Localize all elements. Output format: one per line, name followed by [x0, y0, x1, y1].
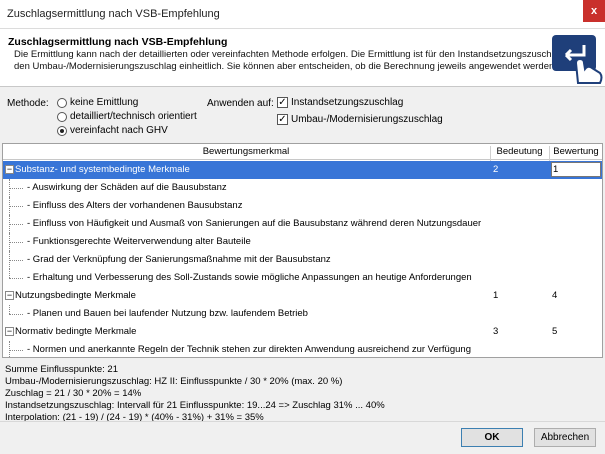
tree-line [9, 188, 23, 189]
summary-line: Umbau-/Modernisierungszuschlag: HZ II: E… [5, 376, 343, 387]
options-panel: Methode: keine Emittlung detailliert/tec… [0, 88, 605, 144]
table-row[interactable]: − Nutzungsbedingte Merkmale 1 4 [3, 287, 602, 305]
checkmark-icon[interactable]: ✓ [277, 114, 288, 125]
header-description: Die Ermittlung kann nach der detailliert… [14, 49, 559, 73]
row-bedeutung[interactable]: 2 [493, 164, 498, 175]
radio-label: keine Emittlung [70, 97, 139, 108]
row-label: - Einfluss des Alters der vorhandenen Ba… [27, 200, 243, 211]
title-bar: Zuschlagsermittlung nach VSB-Empfehlung … [0, 0, 605, 29]
column-header-merkmal[interactable]: Bewertungsmerkmal [3, 146, 489, 157]
grid-header: Bewertungsmerkmal Bedeutung Bewertung [3, 144, 602, 162]
header-description-line-2: den Umbau-/Modernisierungszuschlag einhe… [14, 61, 559, 72]
checkbox-label: Umbau-/Modernisierungszuschlag [291, 114, 443, 125]
row-bewertung[interactable]: 4 [552, 290, 557, 301]
apply-label: Anwenden auf: [207, 98, 274, 109]
table-row[interactable]: - Einfluss von Häufigkeit und Ausmaß von… [3, 215, 602, 233]
row-bedeutung[interactable]: 1 [493, 290, 498, 301]
row-label: - Erhaltung und Verbesserung des Soll-Zu… [27, 272, 472, 283]
tree-line [9, 206, 23, 207]
row-label: Normativ bedingte Merkmale [15, 326, 137, 337]
dialog-footer: OK Abbrechen [0, 421, 605, 454]
collapse-icon[interactable]: − [5, 165, 14, 174]
summary-line: Summe Einflusspunkte: 21 [5, 364, 119, 375]
collapse-icon[interactable]: − [5, 327, 14, 336]
table-row[interactable]: − Normativ bedingte Merkmale 3 5 [3, 323, 602, 341]
table-row[interactable]: - Auswirkung der Schäden auf die Bausubs… [3, 179, 602, 197]
summary-text: Summe Einflusspunkte: 21 Umbau-/Modernis… [5, 364, 385, 424]
tree-line [9, 278, 23, 279]
tree-line [9, 260, 23, 261]
row-label: - Auswirkung der Schäden auf die Bausubs… [27, 182, 227, 193]
radio-vereinfacht[interactable]: vereinfacht nach GHV [57, 125, 168, 136]
tree-line [9, 269, 10, 278]
radio-indicator[interactable] [57, 125, 67, 136]
method-label: Methode: [7, 98, 49, 109]
table-row[interactable]: - Erhaltung und Verbesserung des Soll-Zu… [3, 269, 602, 287]
table-row[interactable]: - Grad der Verknüpfung der Sanierungsmaß… [3, 251, 602, 269]
table-row[interactable]: − Substanz- und systembedingte Merkmale … [3, 161, 602, 179]
header-title: Zuschlagsermittlung nach VSB-Empfehlung [8, 36, 228, 48]
summary-line: Zuschlag = 21 / 30 * 20% = 14% [5, 388, 142, 399]
checkmark-icon[interactable]: ✓ [277, 97, 288, 108]
row-label: Nutzungsbedingte Merkmale [15, 290, 136, 301]
column-header-bewertung[interactable]: Bewertung [550, 146, 602, 157]
radio-indicator[interactable] [57, 97, 67, 108]
row-label: - Funktionsgerechte Weiterverwendung alt… [27, 236, 251, 247]
table-row[interactable]: - Funktionsgerechte Weiterverwendung alt… [3, 233, 602, 251]
radio-indicator[interactable] [57, 111, 67, 122]
table-row[interactable]: - Normen und anerkannte Regeln der Techn… [3, 341, 602, 357]
row-label: Substanz- und systembedingte Merkmale [15, 164, 190, 175]
cancel-button[interactable]: Abbrechen [534, 428, 596, 447]
collapse-icon[interactable]: − [5, 291, 14, 300]
radio-label: detailliert/technisch orientiert [70, 111, 197, 122]
radio-detailliert[interactable]: detailliert/technisch orientiert [57, 111, 197, 122]
tree-line [9, 242, 23, 243]
header-description-line-1: Die Ermittlung kann nach der detailliert… [14, 49, 559, 60]
tree-line [9, 305, 10, 314]
row-label: - Normen und anerkannte Regeln der Techn… [27, 344, 471, 355]
checkbox-instandsetzung[interactable]: ✓ Instandsetzungszuschlag [277, 97, 403, 108]
summary-line: Instandsetzungszuschlag: Intervall für 2… [5, 400, 385, 411]
row-bewertung[interactable]: 5 [552, 326, 557, 337]
criteria-grid: Bewertungsmerkmal Bedeutung Bewertung − … [2, 143, 603, 358]
tree-line [9, 314, 23, 315]
radio-keine-ermittlung[interactable]: keine Emittlung [57, 97, 138, 108]
row-bewertung-input[interactable]: 1 [551, 162, 601, 177]
radio-label: vereinfacht nach GHV [70, 125, 168, 136]
checkbox-umbau[interactable]: ✓ Umbau-/Modernisierungszuschlag [277, 114, 443, 125]
row-label: - Einfluss von Häufigkeit und Ausmaß von… [27, 218, 482, 229]
window-title: Zuschlagsermittlung nach VSB-Empfehlung [7, 8, 220, 20]
column-header-bedeutung[interactable]: Bedeutung [491, 146, 548, 157]
table-row[interactable]: - Planen und Bauen bei laufender Nutzung… [3, 305, 602, 323]
checkbox-label: Instandsetzungszuschlag [291, 97, 404, 108]
row-bedeutung[interactable]: 3 [493, 326, 498, 337]
hand-touch-enter-icon [550, 33, 605, 85]
tree-line [9, 224, 23, 225]
close-button[interactable]: x [583, 0, 605, 22]
dialog-header: Zuschlagsermittlung nach VSB-Empfehlung … [0, 29, 605, 87]
ok-button[interactable]: OK [461, 428, 523, 447]
table-row[interactable]: - Einfluss des Alters der vorhandenen Ba… [3, 197, 602, 215]
tree-line [9, 350, 23, 351]
row-label: - Grad der Verknüpfung der Sanierungsmaß… [27, 254, 331, 265]
row-label: - Planen und Bauen bei laufender Nutzung… [27, 308, 308, 319]
